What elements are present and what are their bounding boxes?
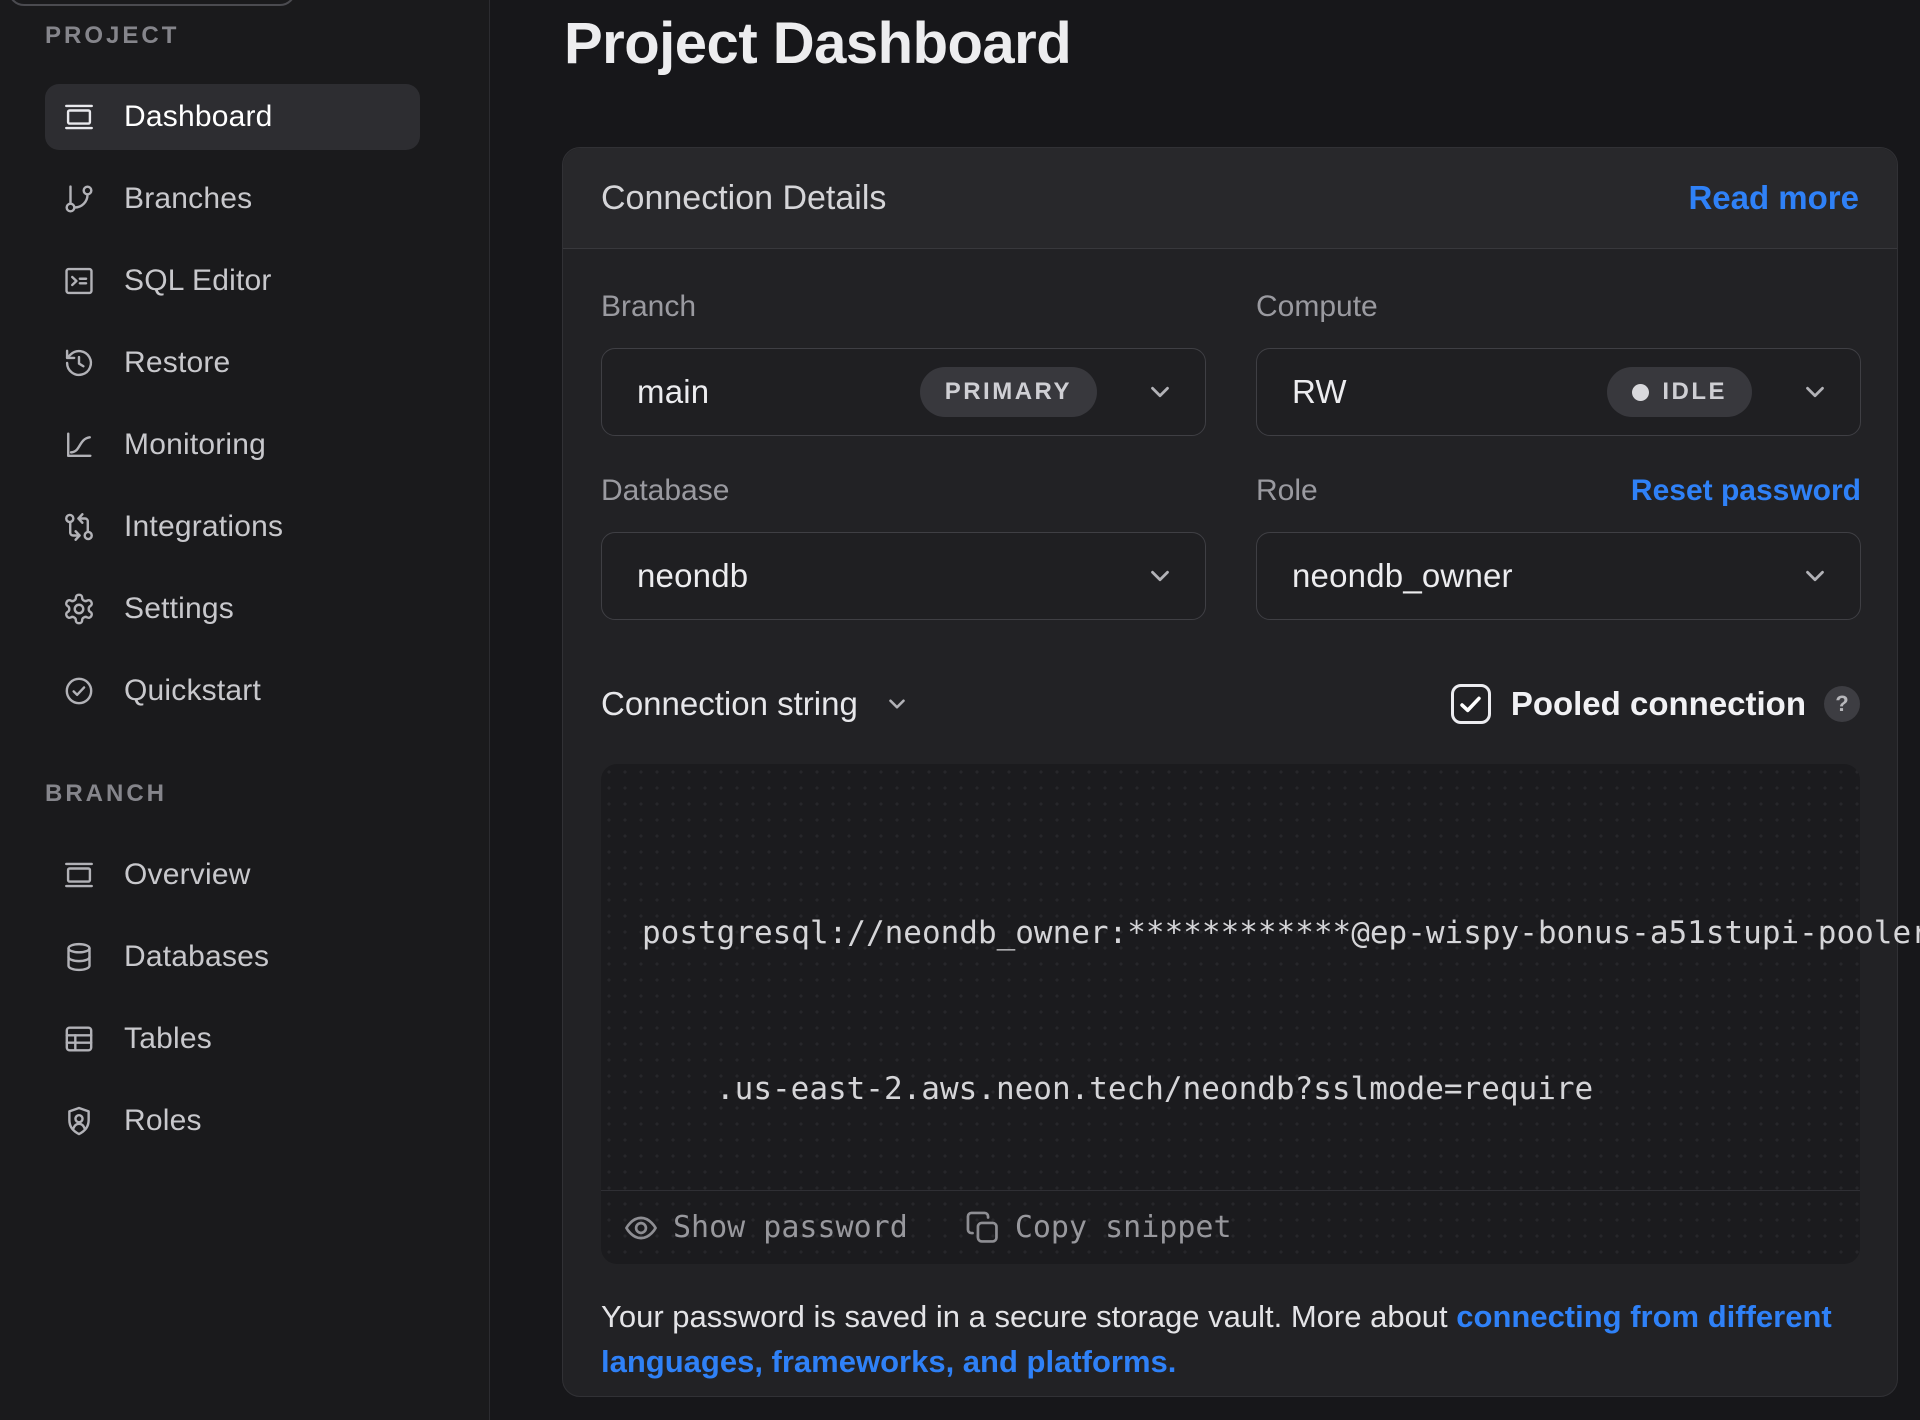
chevron-down-icon [1800,377,1830,407]
connection-string-toggle[interactable]: Connection string [601,685,910,723]
sidebar-item-label: SQL Editor [124,264,272,298]
connection-string-text: postgresql://neondb_owner:************@e… [601,764,1860,1219]
sidebar-item-label: Quickstart [124,674,261,708]
chevron-down-icon [884,691,910,717]
compute-value: RW [1292,373,1607,411]
compute-select[interactable]: RW IDLE [1256,348,1861,436]
database-value: neondb [637,557,1145,595]
dashboard-icon [62,100,96,134]
role-field: Role Reset password neondb_owner [1256,474,1861,620]
branch-field: Branch main PRIMARY [601,290,1206,436]
dashboard-icon [62,858,96,892]
history-icon [62,346,96,380]
show-password-button[interactable]: Show password [622,1209,908,1247]
chevron-down-icon [1800,561,1830,591]
sidebar-item-label: Dashboard [124,100,273,134]
help-icon[interactable]: ? [1824,686,1860,722]
sidebar-item-label: Monitoring [124,428,266,462]
sidebar-nav: PROJECT Dashboard Branches SQL Editor Restor… [0,22,489,1170]
database-icon [62,940,96,974]
sidebar-item-roles[interactable]: Roles [45,1088,420,1154]
main-content: Project Dashboard Connection Details Rea… [490,0,1920,1420]
copy-icon [964,1209,1002,1247]
sidebar-item-branches[interactable]: Branches [45,166,420,232]
connection-string-line2: .us-east-2.aws.neon.tech/neondb?sslmode=… [642,1063,1820,1115]
connection-string-row: Connection string Pooled connection ? [601,684,1860,724]
chart-icon [62,428,96,462]
checkmark-icon [1457,691,1484,718]
git-branch-icon [62,182,96,216]
sidebar-item-label: Roles [124,1104,202,1138]
sidebar-item-tables[interactable]: Tables [45,1006,420,1072]
sidebar-item-label: Integrations [124,510,283,544]
sidebar-section-label-branch: BRANCH [45,780,489,808]
idle-badge: IDLE [1607,367,1752,417]
connection-string-line1: postgresql://neondb_owner:************@e… [642,907,1820,959]
sidebar-item-label: Overview [124,858,251,892]
project-selector-cutoff [8,0,296,6]
sidebar-item-label: Tables [124,1022,212,1056]
sidebar-section-label-project: PROJECT [45,22,489,50]
pooled-connection-group: Pooled connection ? [1451,684,1860,724]
sidebar-item-overview[interactable]: Overview [45,842,420,908]
compute-label: Compute [1256,290,1378,324]
sidebar-item-label: Restore [124,346,230,380]
connection-details-card: Connection Details Read more Branch main… [562,147,1898,1397]
branch-label: Branch [601,290,696,324]
sidebar-item-label: Branches [124,182,252,216]
sidebar-item-restore[interactable]: Restore [45,330,420,396]
table-icon [62,1022,96,1056]
connection-string-block: postgresql://neondb_owner:************@e… [601,764,1860,1264]
connection-string-label: Connection string [601,685,858,723]
sidebar-item-label: Databases [124,940,269,974]
branch-select[interactable]: main PRIMARY [601,348,1206,436]
sidebar: PROJECT Dashboard Branches SQL Editor Restor… [0,0,490,1420]
gear-icon [62,592,96,626]
sidebar-item-monitoring[interactable]: Monitoring [45,412,420,478]
sidebar-item-integrations[interactable]: Integrations [45,494,420,560]
sidebar-item-quickstart[interactable]: Quickstart [45,658,420,724]
code-actions-bar: Show password Copy snippet [601,1190,1860,1264]
copy-snippet-button[interactable]: Copy snippet [964,1209,1232,1247]
integrations-icon [62,510,96,544]
chevron-down-icon [1145,377,1175,407]
chevron-down-icon [1145,561,1175,591]
shield-user-icon [62,1104,96,1138]
card-header: Connection Details Read more [563,148,1897,249]
sidebar-item-settings[interactable]: Settings [45,576,420,642]
sidebar-item-label: Settings [124,592,234,626]
database-select[interactable]: neondb [601,532,1206,620]
card-body: Branch main PRIMARY Compute [563,249,1897,1384]
database-field: Database neondb [601,474,1206,620]
role-label: Role [1256,474,1318,508]
database-label: Database [601,474,729,508]
sidebar-item-sql-editor[interactable]: SQL Editor [45,248,420,314]
sql-terminal-icon [62,264,96,298]
compute-field: Compute RW IDLE [1256,290,1861,436]
reset-password-link[interactable]: Reset password [1631,474,1861,508]
pooled-connection-label: Pooled connection [1511,685,1806,723]
eye-icon [622,1209,660,1247]
connection-fields-grid: Branch main PRIMARY Compute [601,290,1860,620]
sidebar-item-dashboard[interactable]: Dashboard [45,84,420,150]
password-vault-note: Your password is saved in a secure stora… [601,1294,1891,1384]
read-more-link[interactable]: Read more [1688,179,1859,217]
page-title: Project Dashboard [564,10,1071,77]
pooled-connection-checkbox[interactable] [1451,684,1491,724]
sidebar-item-databases[interactable]: Databases [45,924,420,990]
primary-badge: PRIMARY [920,367,1097,417]
branch-value: main [637,373,920,411]
role-select[interactable]: neondb_owner [1256,532,1861,620]
role-value: neondb_owner [1292,557,1800,595]
check-circle-icon [62,674,96,708]
card-title: Connection Details [601,179,886,218]
idle-dot-icon [1632,384,1649,401]
